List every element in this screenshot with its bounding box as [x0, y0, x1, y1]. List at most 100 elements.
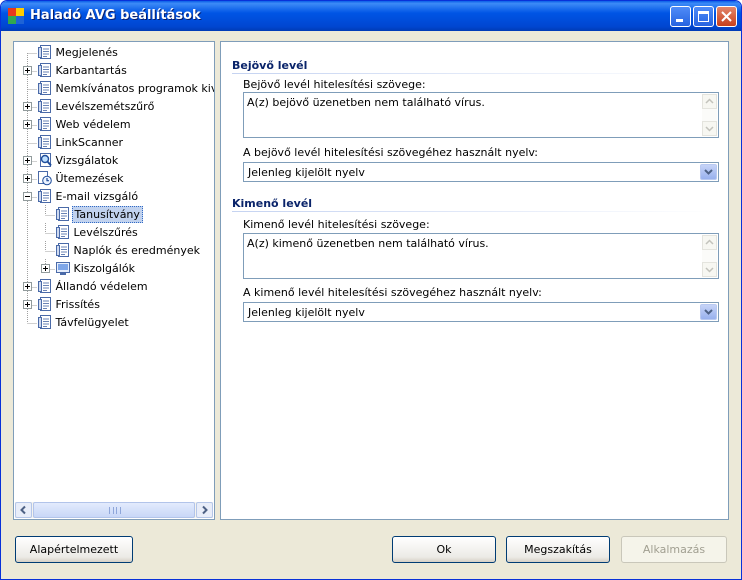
minimize-button[interactable] [670, 6, 691, 27]
tree-item-label: Levélszemétszűrő [55, 100, 155, 113]
chevron-left-icon [20, 505, 26, 515]
cancel-button[interactable]: Megszakítás [506, 536, 610, 563]
incoming-section-title: Bejövő levél [232, 59, 308, 72]
tree-item[interactable]: Tanusítvány [14, 206, 214, 223]
tree-item-label: Kiszolgálók [73, 262, 135, 275]
tree-item[interactable]: Ütemezések [14, 170, 214, 187]
tree-item-label: Nemkívánatos programok kivéte [55, 82, 215, 95]
tree-item-label: Ütemezések [55, 172, 124, 185]
tree-item[interactable]: Web védelem [14, 116, 214, 133]
server-icon [55, 261, 70, 276]
chevron-down-icon [705, 267, 714, 273]
tree-item-label: Frissítés [55, 298, 100, 311]
scroll-up-button[interactable] [702, 235, 717, 250]
page-icon [37, 135, 52, 150]
page-icon [55, 207, 70, 222]
defaults-button[interactable]: Alapértelmezett [15, 536, 133, 563]
tree-item[interactable]: Frissítés [14, 296, 214, 313]
settings-tree[interactable]: Megjelenés Karbantartás Nemkívánatos progr… [13, 41, 215, 520]
maximize-icon [698, 11, 709, 22]
outgoing-section-divider [232, 211, 716, 212]
incoming-lang-select[interactable]: Jelenleg kijelölt nyelv [243, 162, 719, 182]
scroll-right-button[interactable] [196, 502, 213, 518]
tree-item-label: Vizsgálatok [55, 154, 119, 167]
tree-item-label: E-mail vizsgáló [55, 190, 139, 203]
chevron-down-icon [705, 126, 714, 132]
tree-item[interactable]: Állandó védelem [14, 278, 214, 295]
page-icon [55, 225, 70, 240]
dropdown-button[interactable] [700, 304, 717, 320]
apply-button[interactable]: Alkalmazás [621, 536, 727, 563]
scroll-down-button[interactable] [702, 121, 717, 136]
window-title: Haladó AVG beállítások [30, 8, 201, 23]
outgoing-lang-select[interactable]: Jelenleg kijelölt nyelv [243, 302, 719, 322]
incoming-text-value: A(z) bejövő üzenetben nem található víru… [247, 96, 485, 109]
tree-item[interactable]: Távfelügyelet [14, 314, 214, 331]
expand-icon[interactable] [23, 120, 32, 129]
tree-item[interactable]: Levélszűrés [14, 224, 214, 241]
minimize-icon [676, 19, 683, 22]
dropdown-button[interactable] [700, 164, 717, 180]
close-icon [721, 11, 732, 22]
outgoing-lang-label: A kimenő levél hitelesítési szövegéhez h… [243, 286, 542, 299]
expand-icon[interactable] [23, 102, 32, 111]
settings-window: Haladó AVG beállítások Megjelenés Karbant… [0, 0, 742, 580]
incoming-text-label: Bejövő levél hitelesítési szövege: [243, 78, 426, 91]
collapse-icon[interactable] [23, 192, 32, 201]
page-icon [55, 243, 70, 258]
title-bar[interactable]: Haladó AVG beállítások [1, 1, 741, 31]
tree-item-label: Levélszűrés [73, 226, 138, 239]
incoming-lang-value: Jelenleg kijelölt nyelv [248, 166, 365, 179]
outgoing-text-scrollbar[interactable] [702, 235, 717, 277]
page-icon [37, 63, 52, 78]
tree-item[interactable]: LinkScanner [14, 134, 214, 151]
tree-item[interactable]: Kiszolgálók [14, 260, 214, 277]
avg-logo-icon [8, 8, 24, 24]
tree-item-label: Megjelenés [55, 46, 118, 59]
page-icon [37, 99, 52, 114]
tree-item-label: Karbantartás [55, 64, 127, 77]
tree-item-label: Állandó védelem [55, 280, 148, 293]
page-icon [37, 189, 52, 204]
page-icon [37, 279, 52, 294]
chevron-right-icon [202, 505, 208, 515]
incoming-text-field[interactable]: A(z) bejövő üzenetben nem található víru… [243, 92, 719, 138]
incoming-lang-label: A bejövő levél hitelesítési szövegéhez h… [243, 146, 539, 159]
outgoing-text-field[interactable]: A(z) kimenő üzenetben nem található víru… [243, 233, 719, 279]
page-icon [37, 45, 52, 60]
scroll-left-button[interactable] [15, 502, 32, 518]
tree-item[interactable]: Naplók és eredmények [14, 242, 214, 259]
client-area: Megjelenés Karbantartás Nemkívánatos progr… [4, 31, 738, 576]
tree-item-label: LinkScanner [55, 136, 124, 149]
tree-item[interactable]: Karbantartás [14, 62, 214, 79]
tree-item[interactable]: Levélszemétszűrő [14, 98, 214, 115]
page-icon [37, 117, 52, 132]
expand-icon[interactable] [23, 66, 32, 75]
tree-item[interactable]: Nemkívánatos programok kivéte [14, 80, 214, 97]
tree-item-label: Web védelem [55, 118, 131, 131]
expand-icon[interactable] [23, 156, 32, 165]
scroll-down-button[interactable] [702, 262, 717, 277]
tree-item[interactable]: E-mail vizsgáló [14, 188, 214, 205]
tree-item[interactable]: Megjelenés [14, 44, 214, 61]
maximize-button[interactable] [693, 6, 714, 27]
outgoing-text-label: Kimenő levél hitelesítési szövege: [243, 218, 430, 231]
expand-icon[interactable] [23, 174, 32, 183]
tree-item[interactable]: Vizsgálatok [14, 152, 214, 169]
close-button[interactable] [716, 6, 737, 27]
ok-button[interactable]: Ok [392, 536, 496, 563]
page-icon [37, 81, 52, 96]
chevron-down-icon [704, 169, 713, 175]
tree-item-label: Tanusítvány [71, 206, 143, 223]
tree-horizontal-scrollbar[interactable] [15, 502, 213, 518]
page-icon [37, 297, 52, 312]
expand-icon[interactable] [23, 282, 32, 291]
magnifier-icon [38, 153, 52, 168]
scroll-thumb[interactable] [33, 502, 195, 518]
grip-icon [109, 507, 121, 514]
expand-icon[interactable] [23, 300, 32, 309]
incoming-text-scrollbar[interactable] [702, 94, 717, 136]
outgoing-lang-value: Jelenleg kijelölt nyelv [248, 306, 365, 319]
scroll-up-button[interactable] [702, 94, 717, 109]
expand-icon[interactable] [41, 264, 50, 273]
